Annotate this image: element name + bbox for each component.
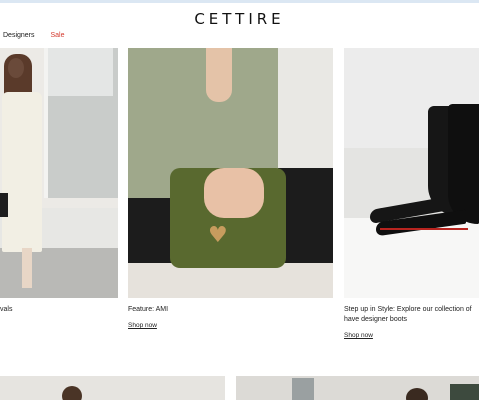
image-model-head — [406, 388, 428, 400]
image-boot-sole — [380, 228, 468, 230]
image-model-coat — [2, 92, 42, 252]
image-floor — [0, 248, 118, 298]
shop-now-link[interactable]: Shop now — [344, 332, 373, 339]
promo-image-new-arrivals[interactable] — [0, 48, 118, 298]
nav-item-sale[interactable]: Sale — [50, 32, 64, 39]
image-artwork — [450, 384, 479, 400]
image-boot-right — [448, 104, 479, 224]
site-logo[interactable]: CETTIRE — [0, 10, 479, 28]
image-model-legs — [22, 248, 32, 288]
card-caption: vals — [0, 306, 13, 313]
caption-line-2: have designer boots — [344, 316, 408, 323]
image-model-face — [8, 58, 24, 78]
promo-image-bottom-left[interactable] — [0, 376, 225, 400]
card-caption: Feature: AMI — [128, 306, 169, 313]
promo-image-ami[interactable]: ♥ — [128, 48, 333, 298]
nav-item-designers[interactable]: Designers — [3, 32, 35, 39]
card-caption: Step up in Style: Explore our collection… — [344, 305, 479, 325]
promo-image-bottom-right[interactable] — [236, 376, 479, 400]
caption-line-1: Step up in Style: Explore our collection… — [344, 306, 472, 313]
image-window-pane — [48, 48, 113, 96]
image-lap — [128, 263, 333, 298]
image-model-bag — [0, 193, 8, 217]
promo-image-boots[interactable] — [344, 48, 479, 298]
image-window — [292, 378, 314, 400]
image-hand — [204, 168, 264, 218]
image-neck — [206, 48, 232, 102]
shop-now-link[interactable]: Shop now — [128, 322, 157, 329]
image-model-head — [62, 386, 82, 400]
top-border — [0, 0, 479, 3]
image-bag-logo: ♥ — [208, 223, 228, 248]
main-nav: Designers Sale — [3, 32, 78, 39]
